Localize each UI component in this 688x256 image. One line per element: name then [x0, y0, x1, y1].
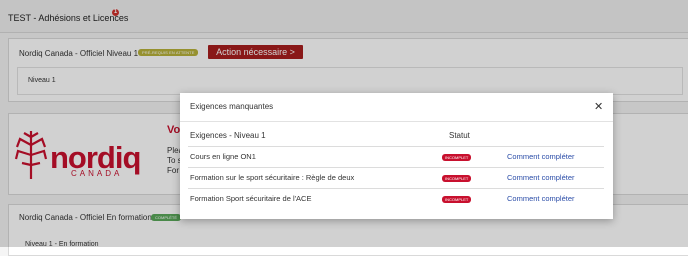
requirement-row: Formation Sport sécuritaire de l'ACE INC…: [188, 188, 604, 210]
modal-title: Exigences manquantes: [190, 102, 274, 111]
missing-requirements-modal: Exigences manquantes ✕ Exigences - Nivea…: [180, 93, 613, 219]
requirement-label: Formation sur le sport sécuritaire : Règ…: [190, 173, 355, 182]
requirement-label: Cours en ligne ON1: [190, 152, 256, 161]
status-badge-incomplete: INCOMPLET: [442, 154, 472, 161]
how-to-complete-link[interactable]: Comment compléter: [507, 152, 575, 161]
status-badge-incomplete: INCOMPLET: [442, 175, 472, 182]
status-badge-incomplete: INCOMPLET: [442, 196, 472, 203]
col-header-status: Statut: [449, 131, 470, 140]
close-icon[interactable]: ✕: [594, 100, 603, 113]
requirement-row: Formation sur le sport sécuritaire : Règ…: [188, 167, 604, 189]
requirement-label: Formation Sport sécuritaire de l'ACE: [190, 194, 312, 203]
modal-divider: [180, 121, 613, 122]
page: TEST - Adhésions et Licences 1 Nordiq Ca…: [0, 0, 688, 256]
how-to-complete-link[interactable]: Comment compléter: [507, 194, 575, 203]
col-header-requirements: Exigences - Niveau 1: [190, 131, 266, 140]
requirement-row: Cours en ligne ON1 INCOMPLET Comment com…: [188, 146, 604, 168]
how-to-complete-link[interactable]: Comment compléter: [507, 173, 575, 182]
